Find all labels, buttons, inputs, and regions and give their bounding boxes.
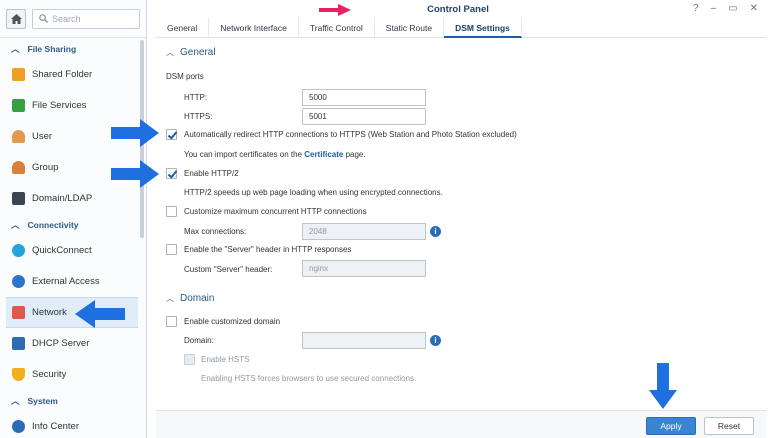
https-port-label: HTTPS: xyxy=(184,112,213,121)
tab-general[interactable]: General xyxy=(156,18,210,38)
search-icon xyxy=(39,14,48,23)
window-title: Control Panel xyxy=(427,3,489,15)
sidebar-item-security[interactable]: Security xyxy=(0,359,146,390)
arrow-blue-right-icon xyxy=(111,160,159,188)
shared-folder-icon xyxy=(12,68,25,81)
tab-bar: General Network Interface Traffic Contro… xyxy=(156,18,766,38)
title-bar: Control Panel ? – ▭ ✕ xyxy=(148,0,768,18)
http2-description: HTTP/2 speeds up web page loading when u… xyxy=(184,188,443,197)
maximize-icon[interactable]: ▭ xyxy=(728,3,737,14)
home-icon xyxy=(10,13,22,24)
group-icon xyxy=(12,161,25,174)
sidebar-item-external-access[interactable]: External Access xyxy=(0,266,146,297)
help-icon[interactable]: ? xyxy=(693,3,699,14)
enable-http2-label: Enable HTTP/2 xyxy=(184,169,239,178)
sidebar-toolbar: Search xyxy=(0,0,146,38)
server-header-checkbox-label: Enable the "Server" header in HTTP respo… xyxy=(184,245,352,254)
sidebar-item-dhcp-server[interactable]: DHCP Server xyxy=(0,328,146,359)
info-icon[interactable]: i xyxy=(430,226,441,237)
dsm-settings-content: ︿ General DSM ports HTTP: 5000 HTTPS: 50… xyxy=(156,38,766,408)
redirect-https-label: Automatically redirect HTTP connections … xyxy=(184,130,517,139)
customized-domain-label: Enable customized domain xyxy=(184,317,281,326)
sidebar-section-system[interactable]: ︿ System xyxy=(0,390,146,411)
dhcp-server-icon xyxy=(12,337,25,350)
https-port-field[interactable]: 5001 xyxy=(302,108,426,125)
arrow-blue-right-icon xyxy=(111,119,159,147)
network-icon xyxy=(12,306,25,319)
arrow-blue-left-icon xyxy=(75,300,125,328)
tab-static-route[interactable]: Static Route xyxy=(375,18,445,38)
max-connections-label: Max connections: xyxy=(184,227,247,236)
close-icon[interactable]: ✕ xyxy=(750,3,758,14)
chevron-up-icon: ︿ xyxy=(166,294,174,303)
sidebar-item-shared-folder[interactable]: Shared Folder xyxy=(0,59,146,90)
shield-icon xyxy=(12,368,25,381)
chevron-up-icon: ︿ xyxy=(11,219,20,230)
footer-bar: Apply Reset xyxy=(156,410,766,438)
chevron-up-icon: ︿ xyxy=(11,43,20,54)
domain-ldap-icon xyxy=(12,192,25,205)
window-controls: ? – ▭ ✕ xyxy=(693,3,758,14)
custom-server-header-label: Custom "Server" header: xyxy=(184,265,273,274)
general-section-header[interactable]: ︿ General xyxy=(166,47,216,58)
certificate-note: You can import certificates on the Certi… xyxy=(184,150,366,159)
domain-label: Domain: xyxy=(184,336,214,345)
enable-hsts-checkbox[interactable] xyxy=(184,354,195,365)
home-button[interactable] xyxy=(6,8,26,29)
customized-domain-checkbox[interactable] xyxy=(166,316,177,327)
enable-hsts-label: Enable HSTS xyxy=(201,355,250,364)
dsm-ports-label: DSM ports xyxy=(166,72,204,81)
server-header-checkbox[interactable] xyxy=(166,244,177,255)
search-placeholder: Search xyxy=(52,13,81,24)
redirect-https-checkbox[interactable] xyxy=(166,129,177,140)
info-icon[interactable]: i xyxy=(430,335,441,346)
info-center-icon xyxy=(12,420,25,433)
chevron-up-icon: ︿ xyxy=(11,395,20,406)
sidebar: Search ︿ File Sharing Shared Folder File… xyxy=(0,0,147,438)
reset-button[interactable]: Reset xyxy=(704,417,754,435)
certificate-link[interactable]: Certificate xyxy=(304,150,343,159)
file-services-icon xyxy=(12,99,25,112)
sidebar-item-file-services[interactable]: File Services xyxy=(0,90,146,121)
max-connections-checkbox[interactable] xyxy=(166,206,177,217)
hsts-description: Enabling HSTS forces browsers to use sec… xyxy=(201,374,417,383)
http-port-label: HTTP: xyxy=(184,93,208,102)
custom-server-header-field[interactable]: nginx xyxy=(302,260,426,277)
tab-network-interface[interactable]: Network Interface xyxy=(209,18,299,38)
apply-button[interactable]: Apply xyxy=(646,417,696,435)
minimize-icon[interactable]: – xyxy=(711,3,717,14)
quickconnect-icon xyxy=(12,244,25,257)
external-access-icon xyxy=(12,275,25,288)
search-input[interactable]: Search xyxy=(32,8,140,29)
chevron-up-icon: ︿ xyxy=(166,48,174,57)
sidebar-section-file-sharing[interactable]: ︿ File Sharing xyxy=(0,38,146,59)
arrow-blue-down-icon xyxy=(649,363,677,409)
max-connections-checkbox-label: Customize maximum concurrent HTTP connec… xyxy=(184,207,367,216)
sidebar-item-info-center[interactable]: Info Center xyxy=(0,411,146,438)
http-port-field[interactable]: 5000 xyxy=(302,89,426,106)
max-connections-field[interactable]: 2048 xyxy=(302,223,426,240)
domain-field[interactable] xyxy=(302,332,426,349)
user-icon xyxy=(12,130,25,143)
tab-dsm-settings[interactable]: DSM Settings xyxy=(444,18,522,38)
arrow-pink-right-icon xyxy=(319,4,351,16)
sidebar-item-quickconnect[interactable]: QuickConnect xyxy=(0,235,146,266)
enable-http2-checkbox[interactable] xyxy=(166,168,177,179)
sidebar-section-connectivity[interactable]: ︿ Connectivity xyxy=(0,214,146,235)
tab-traffic-control[interactable]: Traffic Control xyxy=(299,18,375,38)
domain-section-header[interactable]: ︿ Domain xyxy=(166,293,214,304)
